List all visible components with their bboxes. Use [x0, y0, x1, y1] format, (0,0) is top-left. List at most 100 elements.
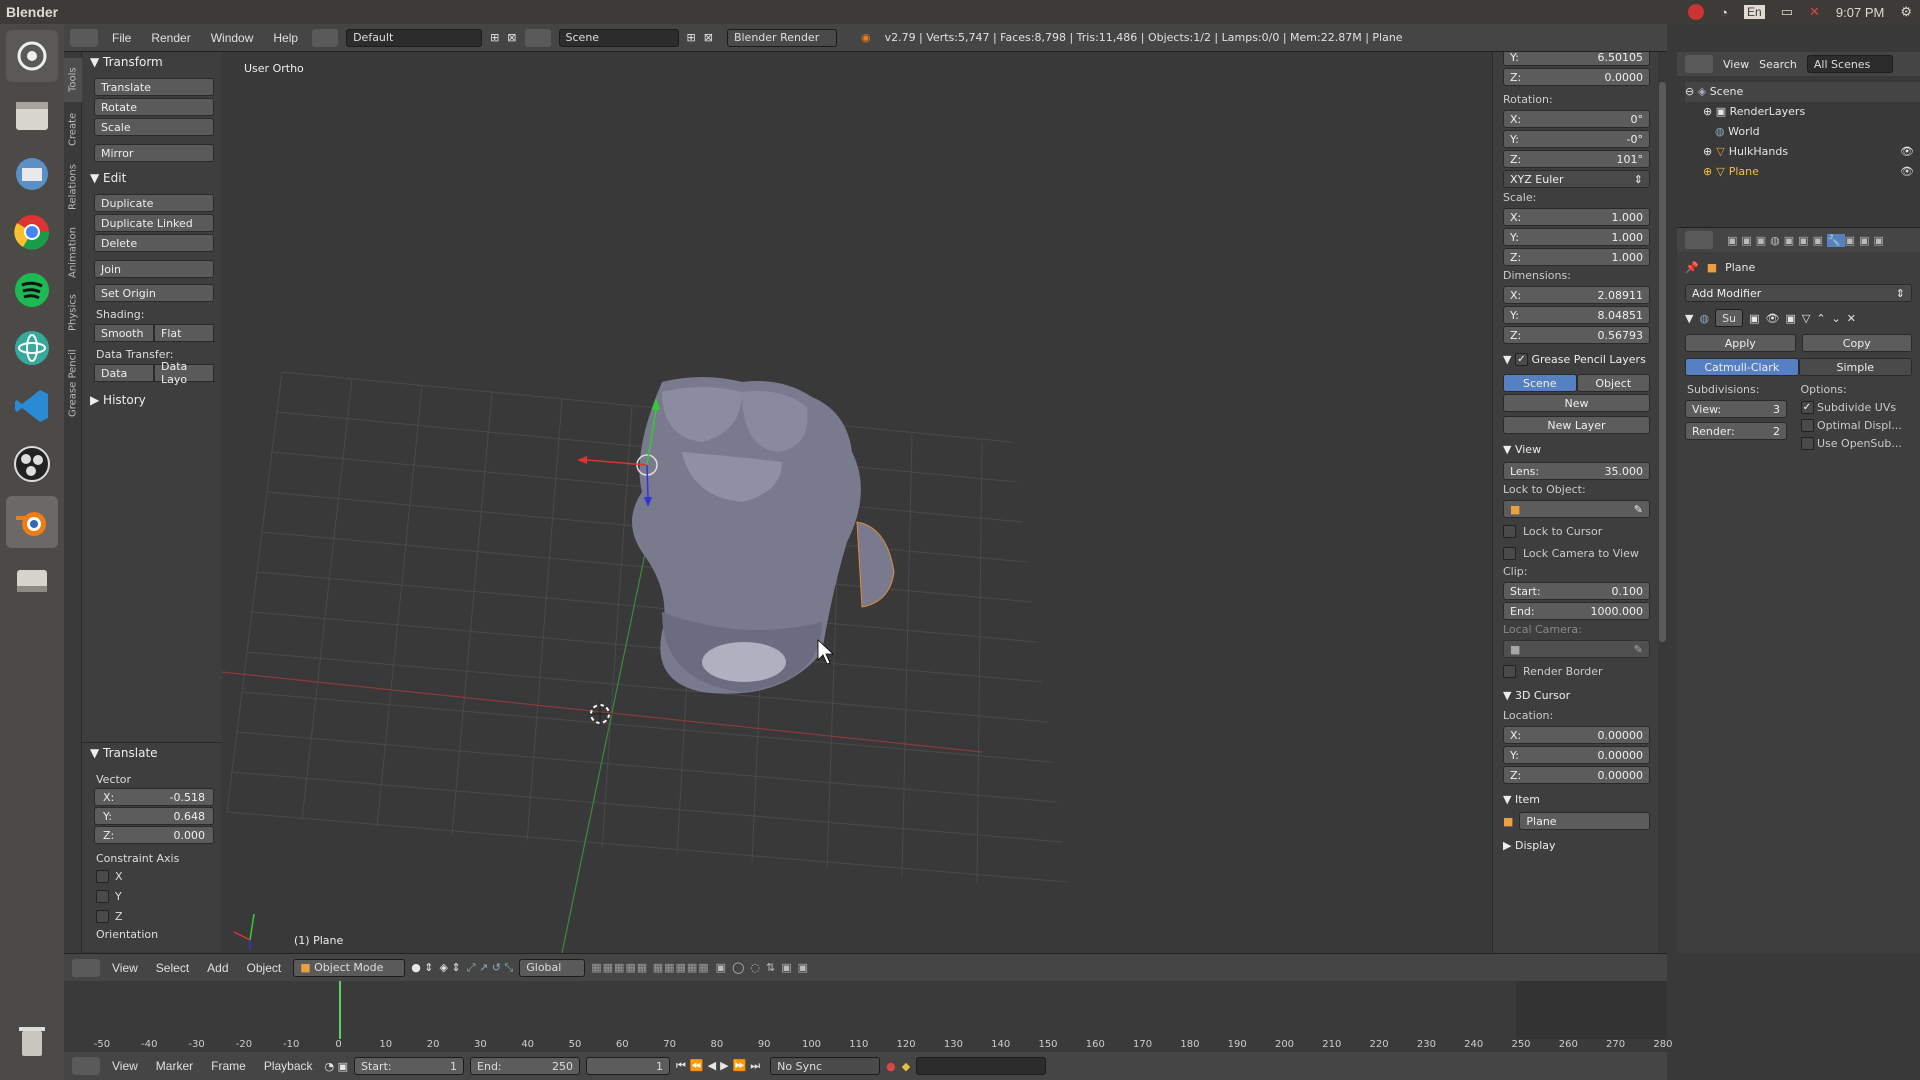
render-border-checkbox[interactable]: Render Border — [1493, 662, 1658, 680]
edit-panel-header[interactable]: ▼ Edit — [82, 168, 222, 188]
menu-file[interactable]: File — [106, 31, 137, 45]
screen-layout-icon[interactable] — [312, 28, 339, 47]
rotate-button[interactable]: Rotate — [94, 98, 214, 116]
view-panel-header[interactable]: ▼ View — [1493, 440, 1658, 458]
visibility-eye-icon[interactable]: 👁 — [1900, 142, 1914, 162]
rotation-mode-select[interactable]: XYZ Euler ⇕ — [1503, 170, 1650, 188]
collapse-icon[interactable]: ▼ — [1685, 312, 1693, 325]
dimensions-x-field[interactable]: X: 2.08911 — [1503, 286, 1650, 304]
viewport-toggle-icon[interactable]: 👁 — [1765, 312, 1779, 325]
lens-field[interactable]: Lens: 35.000 — [1503, 462, 1650, 480]
props-editor-icon[interactable] — [1685, 231, 1713, 249]
3d-cursor-panel-header[interactable]: ▼ 3D Cursor — [1493, 686, 1658, 704]
current-frame-indicator[interactable] — [339, 981, 341, 1039]
snap-icons[interactable]: ▣◯◌⇅▣▣ — [716, 961, 814, 974]
manipulator-icon[interactable]: ⤢ ↗ ↺ ⤡ — [467, 961, 514, 975]
npanel-scrollbar[interactable] — [1658, 52, 1667, 953]
cursor-z-field[interactable]: Z: 0.00000 — [1503, 766, 1650, 784]
3d-viewport[interactable]: User Ortho (1) Plane — [222, 52, 1492, 953]
current-frame-field[interactable]: 1 — [586, 1057, 671, 1075]
rotation-y-field[interactable]: Y: -0° — [1503, 130, 1650, 148]
rotation-z-field[interactable]: Z: 101° — [1503, 150, 1650, 168]
scene-close-icon[interactable]: ⊠ — [704, 31, 713, 44]
layout-add-icon[interactable]: ⊞ — [490, 31, 499, 44]
apply-button[interactable]: Apply — [1685, 334, 1796, 352]
battery-icon[interactable]: ▭ — [1781, 4, 1793, 20]
mirror-button[interactable]: Mirror — [94, 144, 214, 162]
tab-animation[interactable]: Animation — [64, 220, 82, 286]
gp-new-button[interactable]: New — [1503, 394, 1650, 412]
data-layout-button[interactable]: Data Layo — [154, 360, 214, 386]
dimensions-z-field[interactable]: Z: 0.56793 — [1503, 326, 1650, 344]
outliner-item-scene[interactable]: ⊖ ◈ Scene — [1685, 82, 1920, 102]
set-origin-select[interactable]: Set Origin — [94, 284, 214, 302]
vector-z-field[interactable]: Z: 0.000 — [94, 826, 214, 844]
outliner-item-plane[interactable]: ⊕ ▽ Plane 👁 — [1685, 162, 1920, 182]
hulk-fist-mesh[interactable] — [632, 377, 895, 694]
local-camera-field[interactable]: ■ ✎ — [1503, 640, 1650, 658]
outliner-search-menu[interactable]: Search — [1759, 58, 1797, 71]
sync-select[interactable]: No Sync — [770, 1057, 881, 1075]
keying-set-field[interactable] — [916, 1057, 1047, 1075]
tab-grease-pencil[interactable]: Grease Pencil — [64, 340, 82, 426]
add-modifier-select[interactable]: Add Modifier ⇕ — [1685, 284, 1912, 302]
use-opensubdiv-checkbox[interactable]: Use OpenSub... — [1799, 434, 1913, 452]
location-y-field[interactable]: Y: 6.50105 — [1503, 52, 1650, 66]
context-tabs[interactable]: ▣▣▣◍▣▣▣🔧▣▣▣ — [1727, 233, 1888, 247]
files-icon[interactable] — [6, 90, 58, 142]
tl-view-menu[interactable]: View — [106, 1059, 144, 1073]
object-menu[interactable]: Object — [241, 961, 288, 975]
transform-orientation-select[interactable]: Global — [519, 958, 586, 977]
lock-cursor-checkbox[interactable]: Lock to Cursor — [1493, 522, 1658, 540]
modifier-name-field[interactable]: Su — [1715, 309, 1744, 327]
delete-button[interactable]: Delete — [94, 234, 214, 252]
subdiv-render-field[interactable]: Render: 2 — [1685, 422, 1787, 440]
clip-end-field[interactable]: End: 1000.000 — [1503, 602, 1650, 620]
add-menu[interactable]: Add — [201, 961, 234, 975]
outliner-editor-icon[interactable] — [1685, 55, 1713, 73]
scene-field[interactable]: Scene — [558, 28, 679, 47]
outliner-view-menu[interactable]: View — [1723, 58, 1749, 71]
subdivide-uvs-checkbox[interactable]: ✓ Subdivide UVs — [1799, 398, 1913, 416]
trash-icon[interactable] — [6, 1014, 58, 1066]
viewport-editor-icon[interactable] — [72, 958, 100, 977]
smooth-button[interactable]: Smooth — [94, 324, 154, 342]
clock[interactable]: 9:07 PM — [1836, 5, 1884, 20]
layout-close-icon[interactable]: ⊠ — [507, 31, 516, 44]
tl-frame-menu[interactable]: Frame — [205, 1059, 252, 1073]
constraint-z-checkbox[interactable]: Z — [82, 906, 222, 926]
grease-pencil-header[interactable]: ▼ ✓ Grease Pencil Layers — [1493, 350, 1658, 368]
tl-playback-menu[interactable]: Playback — [258, 1059, 319, 1073]
screen-layout-field[interactable]: Default — [346, 28, 483, 47]
chrome-icon[interactable] — [6, 206, 58, 258]
translate-button[interactable]: Translate — [94, 78, 214, 96]
location-z-field[interactable]: Z: 0.0000 — [1503, 68, 1650, 86]
display-panel-header[interactable]: ▶ Display — [1493, 836, 1658, 854]
volume-muted-icon[interactable]: ✕ — [1809, 4, 1820, 20]
duplicate-linked-button[interactable]: Duplicate Linked — [94, 214, 214, 232]
pivot-select-icon[interactable]: ◈ ⇕ — [440, 961, 461, 974]
item-panel-header[interactable]: ▼ Item — [1493, 790, 1658, 808]
subdiv-view-field[interactable]: View: 3 — [1685, 400, 1787, 418]
tab-tools[interactable]: Tools — [64, 58, 82, 102]
editmode-toggle-icon[interactable]: ▣ — [1785, 312, 1795, 325]
tab-physics[interactable]: Physics — [64, 288, 82, 338]
flat-button[interactable]: Flat — [154, 324, 214, 342]
shading-select-icon[interactable]: ● ⇕ — [411, 961, 433, 974]
dash-icon[interactable] — [6, 30, 58, 82]
vector-y-field[interactable]: Y: 0.648 — [94, 807, 214, 825]
keying-set-icon[interactable]: ◆ — [902, 1060, 910, 1073]
dimensions-y-field[interactable]: Y: 8.04851 — [1503, 306, 1650, 324]
pin-icon[interactable]: 📌 — [1685, 261, 1699, 274]
vector-x-field[interactable]: X: -0.518 — [94, 788, 214, 806]
scale-x-field[interactable]: X: 1.000 — [1503, 208, 1650, 226]
timeline-editor-icon[interactable] — [72, 1057, 100, 1075]
scale-z-field[interactable]: Z: 1.000 — [1503, 248, 1650, 266]
start-frame-field[interactable]: Start: 1 — [354, 1057, 465, 1075]
menu-render[interactable]: Render — [145, 31, 196, 45]
menu-window[interactable]: Window — [205, 31, 260, 45]
render-engine-select[interactable]: Blender Render — [726, 28, 837, 47]
chrome-tray-icon[interactable] — [1688, 4, 1705, 20]
thunderbird-icon[interactable] — [6, 148, 58, 200]
simple-tab[interactable]: Simple — [1798, 358, 1912, 376]
